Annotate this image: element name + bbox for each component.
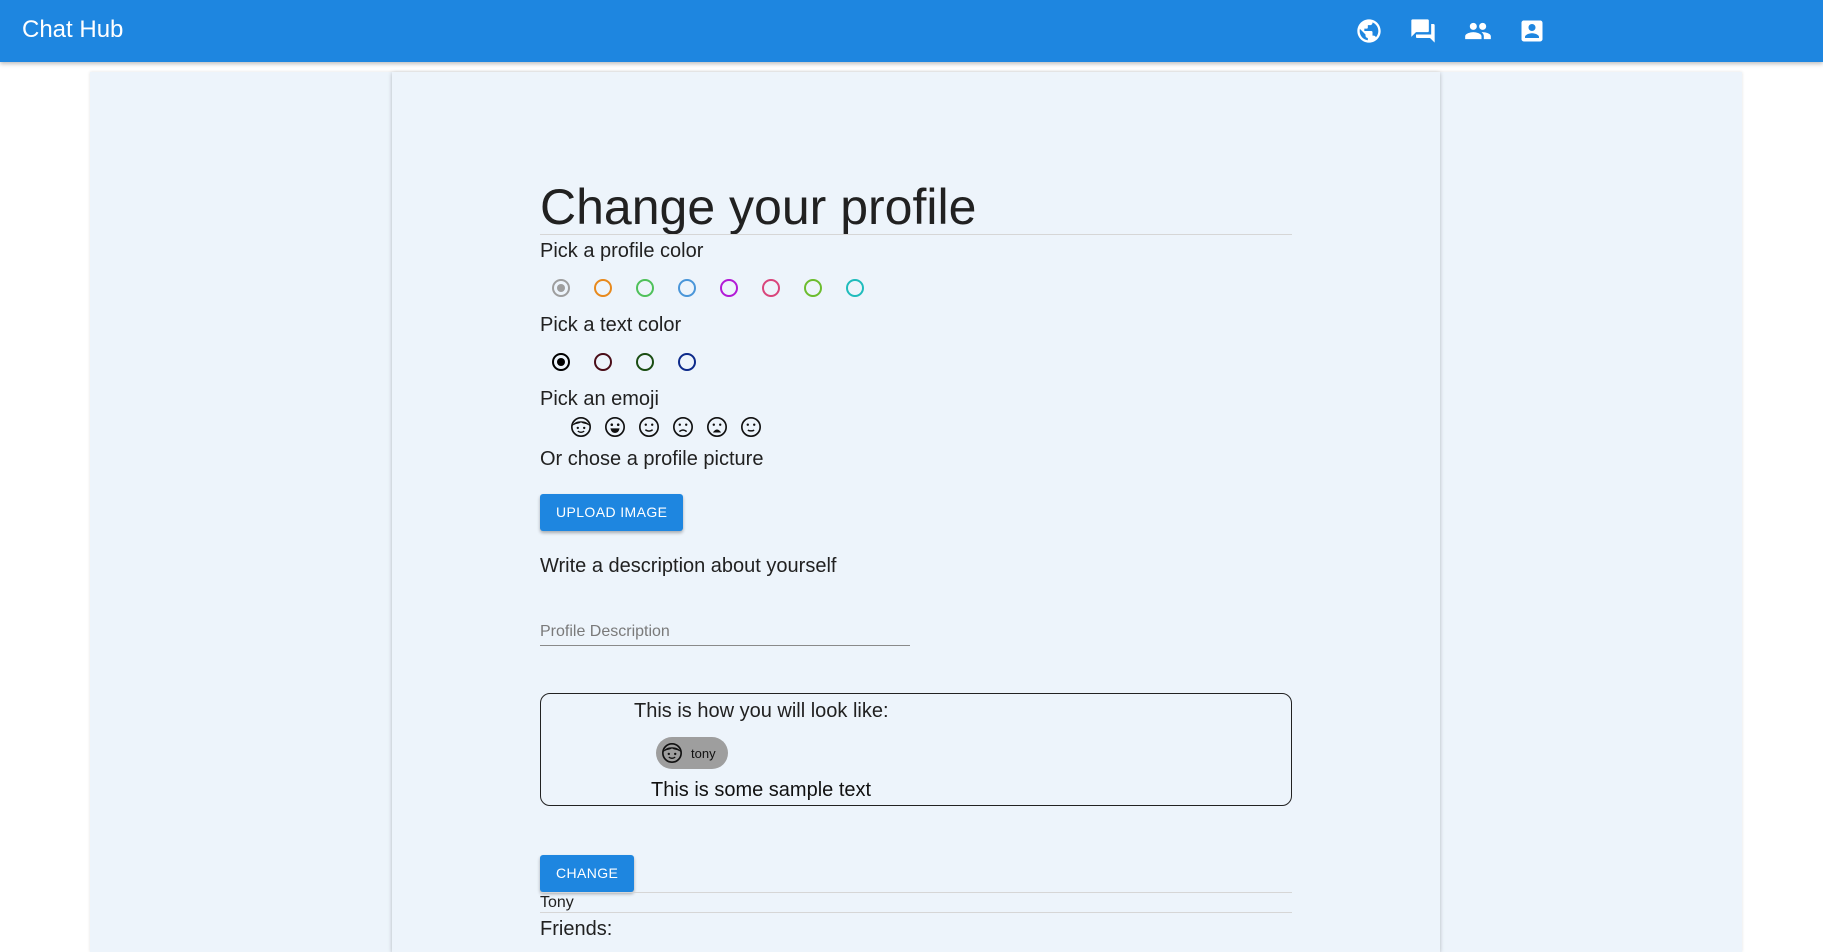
account-box-icon[interactable] xyxy=(1518,17,1546,45)
neutral-face-icon[interactable] xyxy=(740,416,762,438)
title-divider xyxy=(540,234,1292,235)
profile-color-label: Pick a profile color xyxy=(540,240,704,262)
anguished-face-icon[interactable] xyxy=(706,416,728,438)
profile-color-radio-green[interactable] xyxy=(636,279,654,297)
app-title[interactable]: Chat Hub xyxy=(22,14,123,46)
radio-selected-dot xyxy=(557,284,565,292)
preview-sample-text: This is some sample text xyxy=(651,779,872,801)
forum-icon[interactable] xyxy=(1409,17,1437,45)
username-label: Tony xyxy=(540,894,574,911)
text-color-radio-maroon[interactable] xyxy=(594,353,612,371)
text-color-radio-dark-green[interactable] xyxy=(636,353,654,371)
description-label: Write a description about yourself xyxy=(540,555,837,577)
profile-color-radio-purple[interactable] xyxy=(720,279,738,297)
profile-color-radio-blue[interactable] xyxy=(678,279,696,297)
text-color-radio-black[interactable] xyxy=(552,353,570,371)
text-color-radio-navy[interactable] xyxy=(678,353,696,371)
emoji-label: Pick an emoji xyxy=(540,388,659,410)
profile-description-input[interactable] xyxy=(540,612,910,646)
profile-preview-box: This is how you will look like: tony Thi… xyxy=(540,693,1292,806)
globe-icon[interactable] xyxy=(1355,17,1383,45)
profile-color-radio-gray[interactable] xyxy=(552,279,570,297)
frowning-face-icon[interactable] xyxy=(672,416,694,438)
boy-face-icon xyxy=(661,742,683,764)
profile-color-radio-orange[interactable] xyxy=(594,279,612,297)
text-color-label: Pick a text color xyxy=(540,314,682,336)
profile-color-radio-pink[interactable] xyxy=(762,279,780,297)
boy-face-icon[interactable] xyxy=(570,416,592,438)
preview-title: This is how you will look like: xyxy=(634,700,889,722)
page-title: Change your profile xyxy=(540,179,977,235)
radio-selected-dot xyxy=(557,358,565,366)
friends-label: Friends: xyxy=(540,918,613,940)
profile-color-radio-lime[interactable] xyxy=(804,279,822,297)
divider xyxy=(540,892,1292,893)
divider xyxy=(540,912,1292,913)
profile-color-radio-teal[interactable] xyxy=(846,279,864,297)
app-bar: Chat Hub xyxy=(0,0,1823,62)
people-icon[interactable] xyxy=(1464,17,1492,45)
slight-smile-icon[interactable] xyxy=(638,416,660,438)
preview-user-chip: tony xyxy=(656,737,728,769)
profile-picture-label: Or chose a profile picture xyxy=(540,448,764,470)
grinning-face-icon[interactable] xyxy=(604,416,626,438)
preview-username: tony xyxy=(691,745,716,761)
change-button[interactable]: CHANGE xyxy=(540,855,635,892)
upload-image-button[interactable]: UPLOAD IMAGE xyxy=(540,494,684,531)
